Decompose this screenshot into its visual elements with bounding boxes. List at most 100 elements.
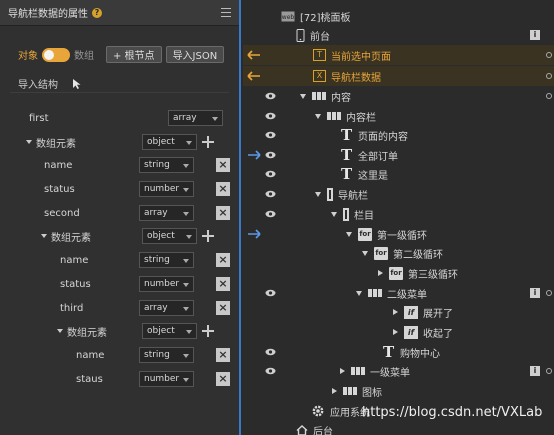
collapse-icon[interactable] [315,191,321,197]
type-select[interactable]: object [142,323,197,339]
expand-icon[interactable] [378,270,383,276]
field-name[interactable]: 数组元素 [36,135,76,150]
eye-icon[interactable] [265,367,276,375]
visibility-dot-icon[interactable] [546,52,552,58]
add-child-icon[interactable] [202,230,214,242]
field-name[interactable]: status [44,184,75,195]
visibility-dot-icon[interactable] [546,368,552,374]
tree-node-all-orders[interactable]: T 全部订单 [243,145,554,165]
type-select[interactable]: string [139,252,194,268]
collapse-icon[interactable] [300,93,306,99]
tree-node-collapsed[interactable]: if 收起了 [243,322,554,342]
arrow-left-icon[interactable] [247,70,261,82]
tree-node-content[interactable]: 内容 [243,86,554,106]
type-select[interactable]: object [142,228,197,244]
tree-node-shopping-center[interactable]: T 购物中心 [243,342,554,362]
field-name[interactable]: 数组元素 [51,229,91,244]
collapse-icon[interactable] [356,290,362,296]
eye-icon[interactable] [265,131,276,139]
field-name[interactable]: name [60,255,88,266]
type-select[interactable]: string [139,347,194,363]
type-select[interactable]: string [139,157,194,173]
tree-node-loop-3[interactable]: for 第三级循环 [243,263,554,283]
delete-field-button[interactable]: × [216,277,230,291]
info-icon[interactable]: i [530,366,540,376]
expand-icon[interactable] [41,234,47,238]
delete-field-button[interactable]: × [216,348,230,362]
tree-node-icons[interactable]: 图标 [243,381,554,401]
type-select[interactable]: number [139,276,194,292]
tree-node-menu[interactable]: 一级菜单 i [243,361,554,381]
tree-node-submenu[interactable]: 二级菜单 i [243,283,554,303]
expand-icon[interactable] [332,388,337,394]
visibility-dot-icon[interactable] [546,290,552,296]
type-select[interactable]: number [139,181,194,197]
info-icon[interactable]: i [530,30,540,40]
add-root-button[interactable]: + 根节点 [106,46,162,63]
arrow-right-icon[interactable] [247,149,261,161]
mode-toggle[interactable] [42,47,70,62]
tree-node-frontend[interactable]: 前台 i [243,25,554,45]
menu-icon[interactable] [221,8,231,17]
field-name[interactable]: second [44,208,80,219]
eye-icon[interactable] [265,112,276,120]
tree-node-navbar[interactable]: 导航栏 [243,184,554,204]
delete-field-button[interactable]: × [216,182,230,196]
type-select[interactable]: array [139,205,194,221]
field-name[interactable]: 数组元素 [67,324,107,339]
arrow-right-icon[interactable] [247,228,261,240]
delete-field-button[interactable]: × [216,372,230,386]
eye-icon[interactable] [265,151,276,159]
tree-node-column[interactable]: 栏目 [243,204,554,224]
field-name[interactable]: name [44,160,72,171]
info-icon[interactable]: i [530,288,540,298]
collapse-icon[interactable] [315,113,321,119]
tree-node-panel[interactable]: web [72]桃面板 [243,6,554,26]
mode-array-label: 数组 [74,51,94,62]
delete-field-button[interactable]: × [216,301,230,315]
type-select[interactable]: object [142,134,197,150]
expand-icon[interactable] [57,329,63,333]
visibility-dot-icon[interactable] [546,73,552,79]
tree-node-current-page[interactable]: T 当前选中页面 [243,45,554,65]
eye-icon[interactable] [265,289,276,297]
eye-icon[interactable] [265,92,276,100]
add-child-icon[interactable] [202,325,214,337]
collapse-icon[interactable] [346,231,352,237]
tree-node-expanded[interactable]: if 展开了 [243,302,554,322]
tree-node-page-content[interactable]: T 页面的内容 [243,125,554,145]
collapse-icon[interactable] [331,211,337,217]
tree-node-here[interactable]: T 这里是 [243,164,554,184]
cursor-icon[interactable] [72,78,82,90]
add-child-icon[interactable] [202,136,214,148]
tree-node-content-bar[interactable]: 内容栏 [243,106,554,126]
arrow-left-icon[interactable] [247,49,261,61]
field-name[interactable]: third [60,303,83,314]
eye-icon[interactable] [265,170,276,178]
help-icon[interactable]: ? [92,7,102,18]
expand-icon[interactable] [26,140,32,144]
tree-node-loop-2[interactable]: for 第二级循环 [243,243,554,263]
expand-icon[interactable] [393,309,398,315]
field-name[interactable]: status [60,279,91,290]
visibility-dot-icon[interactable] [546,93,552,99]
tree-node-backend[interactable]: 后台 [243,420,554,435]
eye-icon[interactable] [265,348,276,356]
delete-field-button[interactable]: × [216,158,230,172]
collapse-icon[interactable] [362,250,368,256]
eye-icon[interactable] [265,190,276,198]
expand-icon[interactable] [340,368,345,374]
type-select[interactable]: array [139,300,194,316]
delete-field-button[interactable]: × [216,253,230,267]
field-name[interactable]: staus [76,374,103,385]
field-name[interactable]: first [29,113,49,124]
tree-node-loop-1[interactable]: for 第一级循环 [243,224,554,244]
tree-node-nav-data[interactable]: X 导航栏数据 [243,66,554,86]
expand-icon[interactable] [393,329,398,335]
delete-field-button[interactable]: × [216,206,230,220]
import-json-button[interactable]: 导入JSON [165,46,225,63]
type-select[interactable]: number [139,371,194,387]
eye-icon[interactable] [265,210,276,218]
type-select[interactable]: array [168,110,223,126]
field-name[interactable]: name [76,350,104,361]
